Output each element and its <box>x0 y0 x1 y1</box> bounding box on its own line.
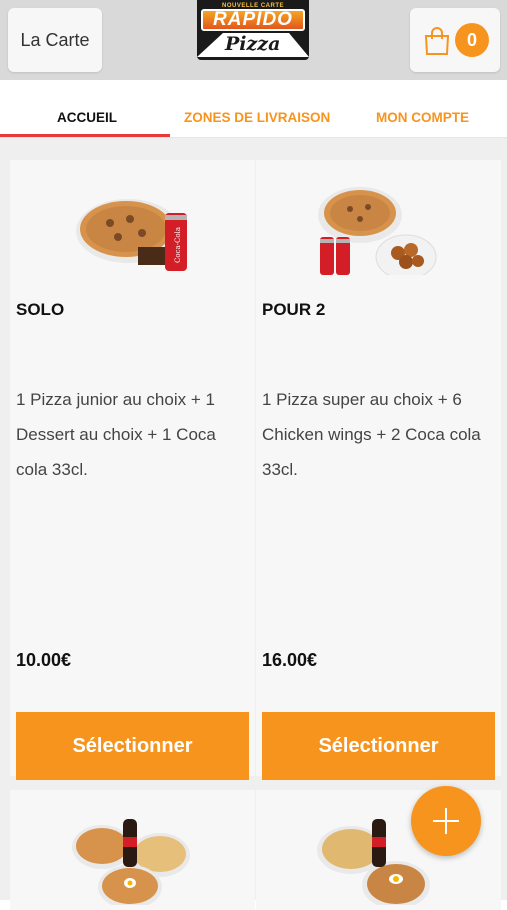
product-title: SOLO <box>16 300 65 319</box>
tab-accueil[interactable]: ACCUEIL <box>57 110 117 125</box>
add-fab-button[interactable] <box>411 786 481 856</box>
logo-main-text: RAPIDO <box>201 9 305 31</box>
nav-tabs: ACCUEIL ZONES DE LIVRAISON MON COMPTE <box>0 80 507 138</box>
logo-wedge-right <box>289 33 309 57</box>
menu-solo-image: Coca-Cola <box>76 199 187 271</box>
shopping-bag-icon <box>424 27 450 55</box>
menu-button-label: La Carte <box>20 29 90 50</box>
product-description: 1 Pizza super au choix + 6 Chicken wings… <box>262 390 481 479</box>
product-description: 1 Pizza junior au choix + 1 Dessert au c… <box>16 390 216 479</box>
product-grid: Coca-Cola SOLO 1 Pizza junior au choix +… <box>0 138 507 910</box>
app-header: La Carte NOUVELLE CARTE RAPIDO Pizza 0 <box>0 0 507 80</box>
product-card: POUR 2 1 Pizza super au choix + 6 Chicke… <box>256 160 501 780</box>
product-card <box>10 790 255 910</box>
select-button[interactable]: Sélectionner <box>262 712 495 780</box>
cart-button[interactable]: 0 <box>410 8 500 72</box>
select-button[interactable]: Sélectionner <box>16 712 249 780</box>
logo-wedge-left <box>197 33 223 57</box>
cart-count-badge: 0 <box>455 23 489 57</box>
product-price: 10.00€ <box>16 650 72 670</box>
tab-zones-de-livraison[interactable]: ZONES DE LIVRAISON <box>184 110 330 125</box>
product-title: POUR 2 <box>262 300 326 319</box>
brand-logo[interactable]: NOUVELLE CARTE RAPIDO Pizza <box>197 0 309 60</box>
logo-sub-text: Pizza <box>225 33 281 55</box>
menu-image <box>72 819 190 905</box>
product-card: Coca-Cola SOLO 1 Pizza junior au choix +… <box>10 160 255 780</box>
menu-button[interactable]: La Carte <box>8 8 102 72</box>
product-price: 16.00€ <box>262 650 318 670</box>
menu-pour-2-image <box>318 187 437 275</box>
tab-mon-compte[interactable]: MON COMPTE <box>376 110 469 125</box>
active-tab-indicator <box>0 134 170 137</box>
svg-text:Coca-Cola: Coca-Cola <box>174 227 182 263</box>
